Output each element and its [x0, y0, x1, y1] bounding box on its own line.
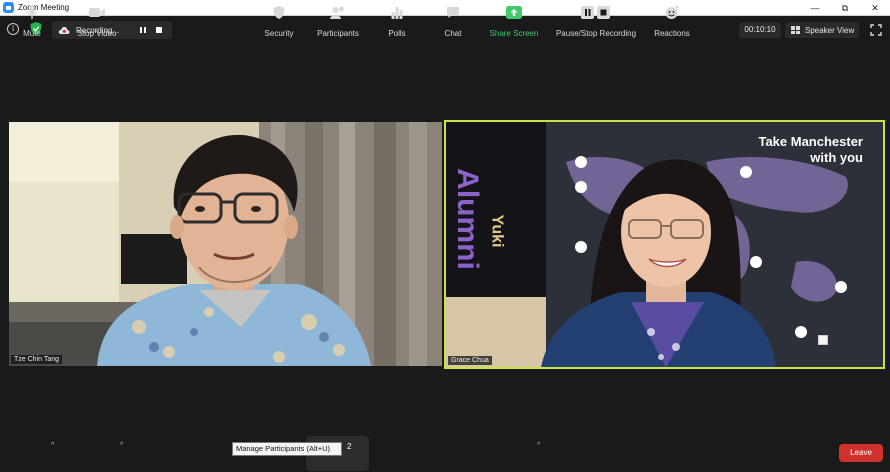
chat-bubble-icon — [447, 7, 459, 18]
microphone-icon — [26, 5, 38, 19]
reactions-label: Reactions — [654, 29, 690, 38]
participants-button[interactable]: Participants — [310, 4, 366, 38]
video-camera-icon — [89, 8, 105, 17]
zoom-app-icon — [3, 2, 14, 13]
share-screen-button[interactable]: Share Screen — [488, 4, 540, 38]
tagline-line-2: with you — [810, 150, 863, 165]
manage-participants-tooltip: Manage Participants (Alt+U) — [232, 442, 342, 456]
chat-button[interactable]: Chat — [440, 4, 466, 38]
alumni-logo: Alumni Yuki — [451, 142, 506, 302]
participants-icon — [330, 6, 344, 19]
mute-label: Mute — [23, 29, 41, 38]
share-screen-arrow-icon — [506, 6, 522, 19]
view-label: Speaker View — [805, 25, 855, 35]
stop-video-button[interactable]: Stop Video — [74, 4, 120, 38]
participant-name-tag: Grace Chua — [448, 356, 492, 365]
security-label: Security — [264, 29, 294, 38]
participants-count-badge: 2 — [347, 442, 352, 451]
alumni-logo-subtext: Yuki — [488, 214, 506, 248]
share-options-chevron-icon[interactable]: ^ — [537, 442, 540, 449]
corner-marker — [818, 335, 828, 345]
alumni-logo-text: Alumni — [450, 168, 484, 270]
participant-name-tag: Tze Chin Tang — [11, 355, 63, 364]
cloud-recording-icon — [58, 26, 70, 34]
chat-label: Chat — [444, 29, 462, 38]
pause-recording-button[interactable] — [136, 23, 150, 37]
backdrop-tagline: Take Manchester with you — [758, 134, 863, 166]
reactions-smiley-icon — [665, 5, 679, 19]
leave-meeting-button[interactable]: Leave — [839, 444, 883, 462]
security-shield-icon — [273, 6, 285, 19]
minimize-button[interactable]: — — [800, 0, 830, 16]
tagline-line-1: Take Manchester — [758, 134, 863, 149]
restore-button[interactable]: ⧉ — [830, 0, 860, 16]
polls-bar-icon — [391, 7, 403, 19]
security-button[interactable]: Security — [260, 4, 298, 38]
share-screen-label: Share Screen — [489, 29, 539, 38]
window-controls: — ⧉ ✕ — [800, 0, 890, 16]
stop-video-label: Stop Video — [77, 29, 117, 38]
video-tile-participant-1[interactable]: Tze Chin Tang — [9, 122, 442, 366]
pause-stop-recording-icon — [581, 6, 610, 19]
audio-options-chevron-icon[interactable]: ^ — [51, 442, 54, 449]
fullscreen-icon[interactable] — [870, 24, 882, 36]
speaker-view-button[interactable]: Speaker View — [785, 22, 859, 38]
stop-recording-button[interactable] — [152, 23, 166, 37]
close-button[interactable]: ✕ — [860, 0, 890, 16]
recording-control-label: Pause/Stop Recording — [555, 29, 637, 38]
video-options-chevron-icon[interactable]: ^ — [120, 442, 123, 449]
meeting-timer: 00:10:10 — [739, 22, 781, 38]
participant-1-video — [9, 122, 442, 366]
zoom-meeting-window: Zoom Meeting — ⧉ ✕ i Recording... 00:10:… — [0, 0, 890, 472]
participants-label: Participants — [317, 29, 359, 38]
mute-button[interactable]: Mute — [16, 4, 48, 38]
reactions-button[interactable]: Reactions — [652, 4, 692, 38]
video-tile-participant-2[interactable]: Alumni Yuki Take Manchester with you Gra… — [444, 120, 885, 369]
polls-button[interactable]: Polls — [384, 4, 410, 38]
view-grid-icon — [791, 26, 800, 34]
pause-stop-recording-button[interactable]: Pause/Stop Recording — [553, 4, 639, 38]
polls-label: Polls — [388, 29, 406, 38]
